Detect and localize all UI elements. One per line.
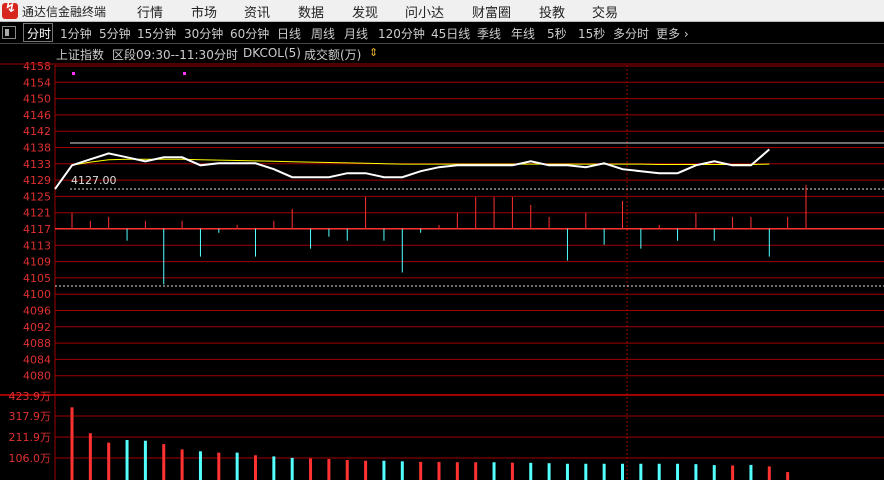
volume-bar [162,444,166,480]
volume-bar [602,463,606,480]
volume-bar [419,461,423,480]
volume-bar [180,449,184,480]
volume-bar [254,455,257,480]
volume-bar [731,465,735,480]
price-tick-label: 4109 [23,256,51,269]
price-tick-label: 4154 [23,76,51,89]
price-tick-label: 4138 [23,142,51,155]
volume-bar [657,463,661,480]
volume-bar [529,462,533,480]
volume-bar [217,452,221,480]
volume-bar [749,464,753,480]
volume-bar [400,461,404,480]
volume-bar [272,456,276,480]
volume-bar [455,462,459,480]
volume-bar [767,466,771,480]
volume-bar [565,463,569,480]
volume-bar [198,451,202,480]
volume-tick-label: 423.9万 [9,390,52,403]
price-tick-label: 4150 [23,93,51,106]
price-tick-label: 4084 [23,353,51,366]
volume-bar [88,433,92,480]
volume-bar [492,462,496,480]
price-tick-label: 4125 [23,190,51,203]
volume-bar [547,463,551,480]
volume-bar [694,464,698,480]
volume-bar [786,472,790,480]
volume-tick-label: 211.9万 [9,431,52,444]
volume-bar [107,442,111,480]
price-tick-label: 4096 [23,305,51,318]
volume-bar [437,461,441,480]
volume-tick-label: 317.9万 [9,410,52,423]
price-tick-label: 4080 [23,370,51,383]
price-tick-label: 4088 [23,337,51,350]
volume-bar [676,463,680,480]
volume-bar [125,439,129,480]
price-tick-label: 4146 [23,109,51,122]
event-marker [72,72,75,75]
intraday-chart[interactable]: 4158 4154 4150 4146 4142 4138 4133 4129 4125 4121… [0,0,884,480]
volume-bar [235,452,239,480]
volume-bar [621,463,624,480]
price-tick-label: 4105 [23,272,51,285]
price-tick-label: 4100 [23,288,51,301]
volume-tick-label: 106.0万 [9,452,52,465]
event-marker [183,72,186,75]
volume-bar [309,458,313,480]
price-tick-label: 4129 [23,174,51,187]
volume-bar [510,462,514,480]
volume-bar [712,465,716,480]
price-tick-label: 4121 [23,207,51,220]
price-tick-label: 4092 [23,321,51,334]
price-tick-label: 4133 [23,158,51,171]
volume-bar [290,457,294,480]
price-tick-label: 4113 [23,239,51,252]
price-tick-label: 4158 [23,60,51,73]
volume-bar [327,459,331,480]
volume-bar [70,407,74,480]
price-annotation: 4127.00 [71,174,117,187]
volume-bar [143,440,147,480]
price-line [54,148,770,190]
volume-bar [639,463,643,480]
price-tick-label: 4117 [23,223,51,236]
volume-bar [584,463,588,480]
volume-bar [474,462,478,480]
volume-bar [364,460,368,480]
price-tick-label: 4142 [23,125,51,138]
volume-bar [345,459,349,480]
volume-bar [382,460,386,480]
